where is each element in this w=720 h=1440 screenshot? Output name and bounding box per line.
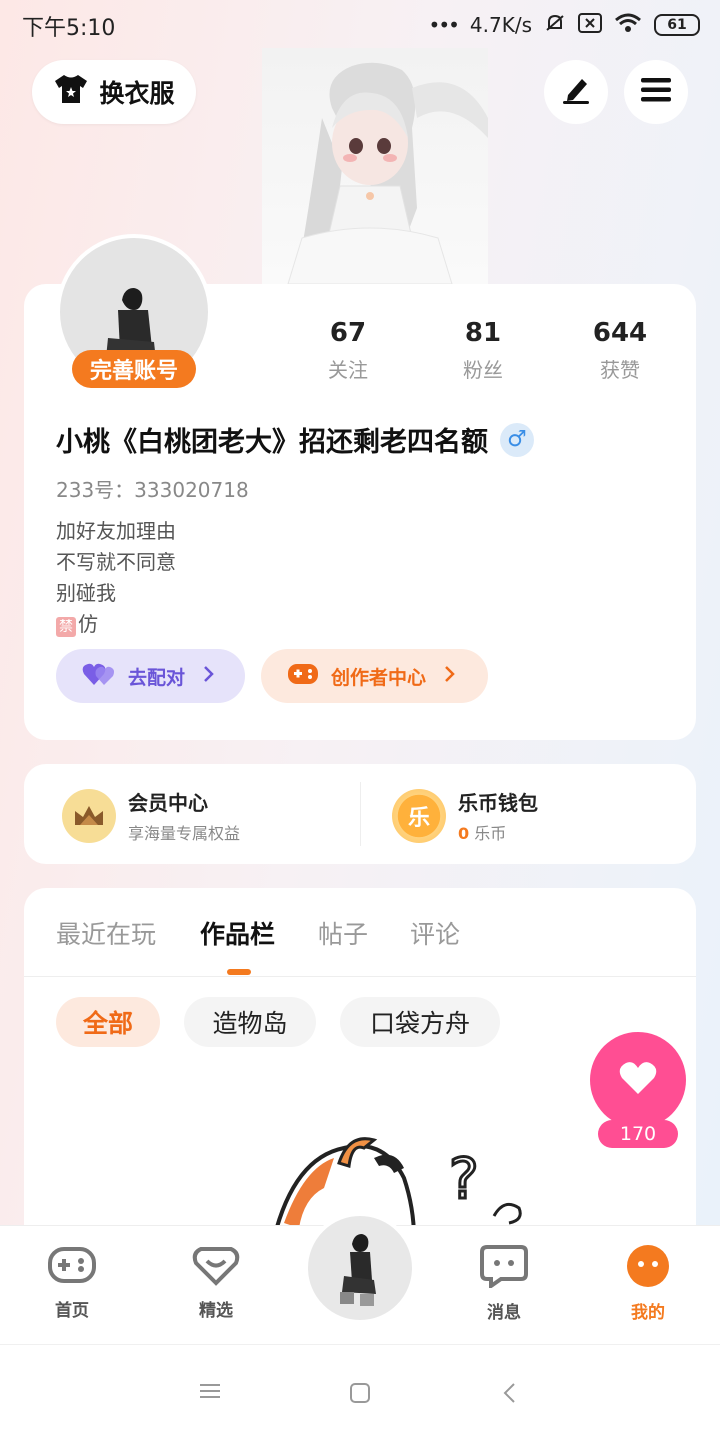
coin-title: 乐币钱包 bbox=[458, 791, 538, 815]
gamepad-icon bbox=[47, 1247, 97, 1290]
tab-works[interactable]: 作品栏 bbox=[200, 915, 275, 951]
tab-posts[interactable]: 帖子 bbox=[318, 915, 368, 951]
nav-messages[interactable]: 消息 bbox=[459, 1244, 549, 1323]
stat-fans-value: 81 bbox=[464, 318, 502, 348]
tab-indicator bbox=[227, 969, 251, 975]
creator-center-label: 创作者中心 bbox=[331, 666, 427, 689]
chevron-right-icon bbox=[444, 665, 456, 688]
menu-button[interactable] bbox=[624, 60, 688, 124]
username-row: 小桃《白桃团老大》招还剩老四名额 ♂ bbox=[56, 420, 534, 459]
change-outfit-label: 换衣服 bbox=[99, 79, 175, 108]
stat-likes-value: 644 bbox=[592, 318, 648, 348]
nav-me[interactable]: 我的 bbox=[603, 1244, 693, 1323]
pair-button[interactable]: 去配对 bbox=[56, 649, 245, 703]
status-bar: 下午5:10 ••• 4.7K/s 61 bbox=[0, 0, 720, 50]
nav-avatar-button[interactable] bbox=[304, 1212, 416, 1324]
network-speed: 4.7K/s bbox=[469, 13, 532, 37]
like-button[interactable] bbox=[590, 1032, 686, 1128]
status-indicators: ••• 4.7K/s 61 bbox=[429, 10, 700, 40]
nav-featured[interactable]: 精选 bbox=[171, 1244, 261, 1321]
stat-following[interactable]: 67 关注 bbox=[293, 318, 403, 383]
heart-icon bbox=[618, 1060, 658, 1100]
tab-comments[interactable]: 评论 bbox=[410, 915, 460, 951]
stat-fans-label: 粉丝 bbox=[463, 358, 503, 382]
complete-account-badge[interactable]: 完善账号 bbox=[72, 350, 196, 388]
wifi-icon bbox=[614, 12, 642, 39]
system-nav-bar bbox=[0, 1344, 720, 1440]
coin-amount: 0 bbox=[458, 824, 470, 843]
double-heart-icon bbox=[82, 661, 116, 692]
divider bbox=[24, 976, 696, 977]
crown-icon bbox=[62, 788, 116, 843]
signal-dots-icon: ••• bbox=[428, 13, 460, 37]
like-count: 170 bbox=[598, 1120, 678, 1148]
stat-fans[interactable]: 81 粉丝 bbox=[428, 318, 538, 383]
vip-subtitle: 享海量专属权益 bbox=[128, 824, 241, 843]
nav-home-label: 首页 bbox=[55, 1301, 89, 1321]
empty-state-illustration: ? bbox=[271, 1137, 522, 1238]
creator-center-button[interactable]: 创作者中心 bbox=[261, 649, 488, 703]
tab-recent-play[interactable]: 最近在玩 bbox=[56, 915, 156, 951]
vip-center[interactable]: 会员中心 享海量专属权益 bbox=[62, 787, 240, 844]
home-icon[interactable] bbox=[348, 1381, 372, 1409]
nav-home[interactable]: 首页 bbox=[27, 1244, 117, 1321]
nav-messages-label: 消息 bbox=[487, 1303, 521, 1323]
gamepad-icon bbox=[287, 661, 319, 692]
nav-me-label: 我的 bbox=[631, 1303, 665, 1323]
bio-line: 加好友加理由 bbox=[56, 519, 176, 543]
nav-featured-label: 精选 bbox=[199, 1301, 233, 1321]
username: 小桃《白桃团老大》招还剩老四名额 bbox=[56, 427, 488, 458]
coin-balance: 0 乐币 bbox=[458, 820, 538, 844]
bio-ban-text: 仿 bbox=[78, 612, 98, 636]
menu-icon bbox=[640, 77, 672, 107]
chip-creation-island[interactable]: 造物岛 bbox=[184, 997, 316, 1047]
divider bbox=[360, 782, 361, 846]
chevron-right-icon bbox=[203, 665, 215, 688]
heart-box-icon bbox=[191, 1247, 241, 1290]
back-icon[interactable] bbox=[500, 1381, 520, 1409]
chip-pocket-ark[interactable]: 口袋方舟 bbox=[340, 997, 500, 1047]
bio-line: 不写就不同意 bbox=[56, 550, 176, 574]
stat-following-label: 关注 bbox=[328, 358, 368, 382]
mute-bell-icon bbox=[544, 12, 566, 39]
recents-icon[interactable] bbox=[198, 1381, 222, 1405]
stat-likes[interactable]: 644 获赞 bbox=[565, 318, 675, 383]
user-id: 233号：333020718 bbox=[56, 478, 249, 502]
change-outfit-button[interactable]: 换衣服 bbox=[32, 60, 196, 124]
svg-text:?: ? bbox=[449, 1147, 479, 1212]
chip-all[interactable]: 全部 bbox=[56, 997, 160, 1047]
male-icon: ♂ bbox=[500, 422, 534, 457]
vip-title: 会员中心 bbox=[128, 791, 208, 815]
coin-unit: 乐币 bbox=[474, 824, 507, 843]
battery-icon: 61 bbox=[654, 14, 700, 36]
coin-wallet[interactable]: 乐 乐币钱包 0 乐币 bbox=[392, 787, 538, 844]
shirt-icon bbox=[53, 73, 89, 111]
edit-icon bbox=[560, 75, 592, 109]
status-time: 下午5:10 bbox=[22, 16, 116, 41]
stat-following-value: 67 bbox=[329, 318, 367, 348]
pair-label: 去配对 bbox=[128, 666, 186, 689]
edit-profile-button[interactable] bbox=[544, 60, 608, 124]
ban-emoji-icon: 禁 bbox=[56, 617, 76, 637]
chat-icon bbox=[479, 1245, 529, 1292]
sim-off-icon bbox=[578, 12, 602, 38]
face-icon bbox=[625, 1245, 671, 1292]
bio-line: 别碰我 bbox=[56, 581, 116, 605]
coin-icon: 乐 bbox=[392, 788, 446, 843]
stat-likes-label: 获赞 bbox=[600, 358, 640, 382]
bio-line: 禁仿 bbox=[56, 608, 98, 637]
avatar-character-image[interactable] bbox=[262, 48, 488, 284]
